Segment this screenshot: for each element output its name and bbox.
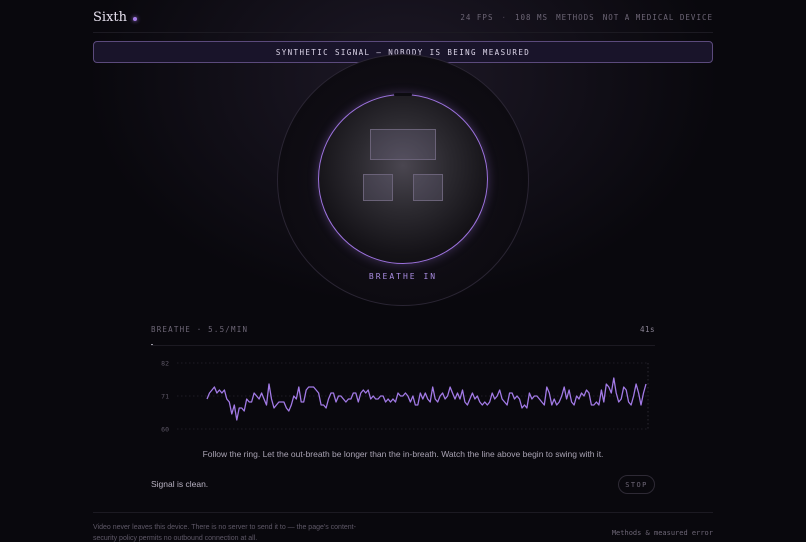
heart-rate-chart: 82 71 60 — [161, 360, 649, 434]
methods-link[interactable]: METHODS — [556, 13, 595, 22]
chart-series — [206, 377, 647, 421]
nav-separator: · — [501, 12, 507, 22]
chart-header: BREATHE · 5.5/MIN 41s — [151, 325, 655, 334]
y-tick-label: 82 — [161, 360, 169, 368]
header-divider — [93, 32, 713, 33]
ring-marker — [394, 93, 412, 96]
heart-rate-line — [206, 377, 647, 421]
breathing-instruction: Follow the ring. Let the out-breath be l… — [202, 449, 604, 459]
breathe-cue: BREATHE IN — [368, 272, 438, 281]
brand[interactable]: Sixth — [93, 10, 137, 25]
face-region-forehead — [370, 129, 436, 160]
brand-dot-icon — [133, 17, 137, 21]
footer-divider — [93, 512, 713, 513]
chart-divider — [151, 345, 655, 346]
stop-button[interactable]: STOP — [618, 475, 655, 494]
top-nav: 24 FPS · 108 MS METHODS NOT A MEDICAL DE… — [460, 13, 713, 22]
medical-disclaimer: NOT A MEDICAL DEVICE — [602, 12, 713, 22]
breathing-pace: BREATHE · 5.5/MIN — [151, 325, 249, 334]
signal-status: Signal is clean. — [151, 479, 209, 489]
latency-readout: 108 MS — [514, 12, 549, 22]
y-axis-ticks: 82 71 60 — [161, 360, 169, 434]
face-region-left-cheek — [363, 174, 393, 201]
face-region-right-cheek — [413, 174, 443, 201]
y-tick-label: 71 — [161, 393, 169, 401]
fps-readout: 24 FPS — [460, 12, 494, 22]
elapsed-time: 41s — [639, 325, 655, 334]
privacy-note: Video never leaves this device. There is… — [93, 524, 356, 542]
methods-error-link[interactable]: Methods & measured error — [612, 529, 713, 537]
brand-name: Sixth — [93, 9, 127, 25]
y-tick-label: 60 — [161, 426, 169, 434]
top-bar: Sixth 24 FPS · 108 MS METHODS NOT A MEDI… — [93, 8, 713, 26]
breath-ring — [318, 94, 488, 264]
